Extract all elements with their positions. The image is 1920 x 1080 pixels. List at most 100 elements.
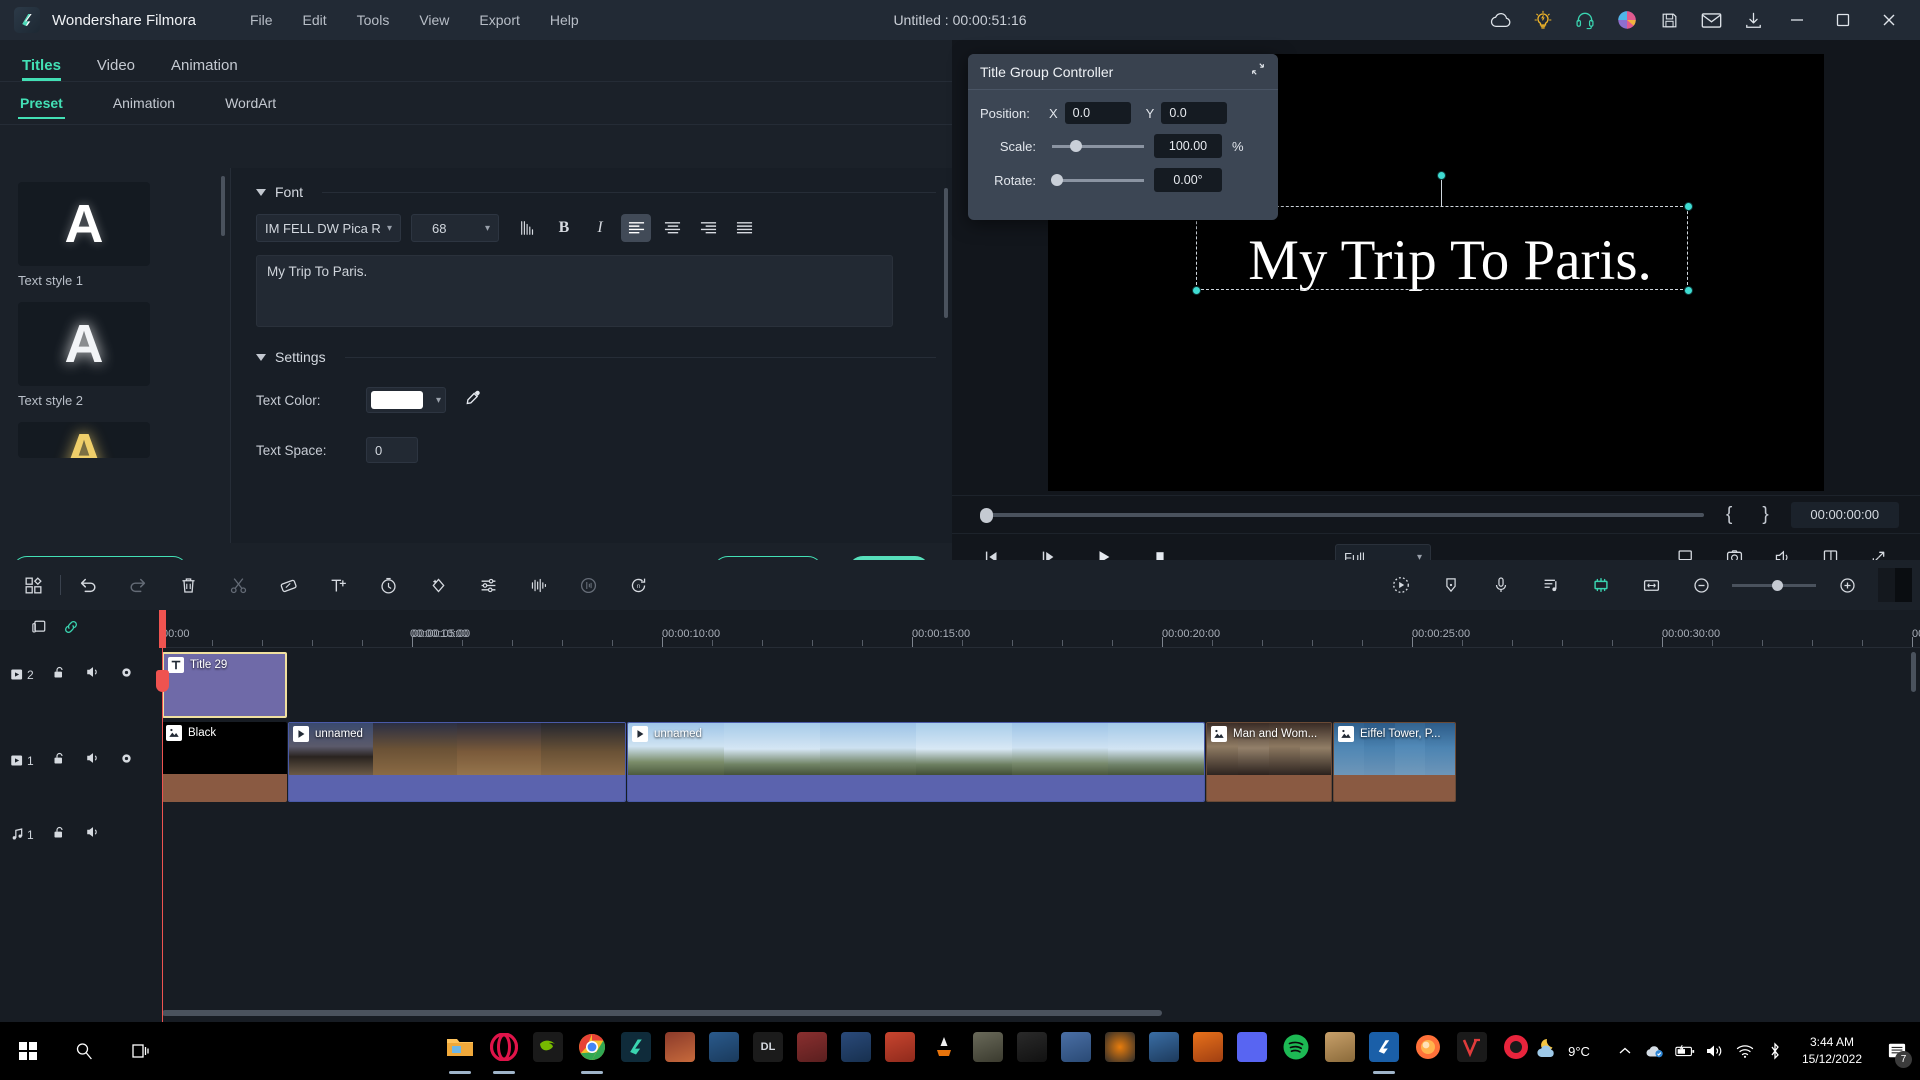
- tab-titles[interactable]: Titles: [22, 57, 61, 81]
- obs-icon[interactable]: [790, 1022, 834, 1080]
- mail-icon[interactable]: [1690, 0, 1732, 40]
- link-icon[interactable]: [62, 618, 80, 641]
- nvidia-icon[interactable]: [526, 1022, 570, 1080]
- chevron-up-icon[interactable]: [1610, 1022, 1640, 1080]
- add-media-icon[interactable]: [30, 618, 48, 641]
- playhead-top[interactable]: [159, 610, 166, 648]
- font-size-select[interactable]: 68 ▾: [411, 214, 499, 242]
- auto-reframe-icon[interactable]: [1376, 560, 1426, 610]
- music-track-icon[interactable]: 1: [10, 827, 34, 842]
- menu-file[interactable]: File: [250, 12, 273, 28]
- audio-waveform-icon[interactable]: [513, 560, 563, 610]
- timeline-clip-black[interactable]: Black: [162, 722, 287, 802]
- tgc-scale-knob[interactable]: [1070, 139, 1082, 152]
- text-space-input[interactable]: 0: [366, 437, 418, 463]
- subtab-wordart[interactable]: WordArt: [217, 89, 284, 117]
- brave-icon[interactable]: [1186, 1022, 1230, 1080]
- mute-icon[interactable]: [85, 824, 101, 845]
- vlc-icon[interactable]: [922, 1022, 966, 1080]
- spotify-icon[interactable]: [1274, 1022, 1318, 1080]
- telegram-icon[interactable]: [1318, 1022, 1362, 1080]
- resize-handle-bl[interactable]: [1192, 286, 1201, 295]
- wireshark-icon[interactable]: [1142, 1022, 1186, 1080]
- split-scissors-icon[interactable]: [213, 560, 263, 610]
- menu-view[interactable]: View: [419, 12, 449, 28]
- tab-video[interactable]: Video: [97, 57, 135, 81]
- filmora2-icon[interactable]: [1362, 1022, 1406, 1080]
- taskbar-clock[interactable]: 3:44 AM 15/12/2022: [1802, 1034, 1862, 1069]
- rotation-handle[interactable]: [1437, 171, 1446, 180]
- font-family-select[interactable]: IM FELL DW Pica R ▾: [256, 214, 401, 242]
- headset-icon[interactable]: [1564, 0, 1606, 40]
- battery-icon[interactable]: [1670, 1022, 1700, 1080]
- preview-scrubber[interactable]: [980, 507, 1704, 523]
- preset-item-1[interactable]: A Text style 1: [18, 182, 230, 288]
- bold-button[interactable]: B: [549, 214, 579, 242]
- tgc-scale-input[interactable]: 100.00: [1154, 134, 1222, 158]
- minimize-button[interactable]: [1774, 0, 1820, 40]
- align-center-icon[interactable]: [657, 214, 687, 242]
- audacity-icon[interactable]: [834, 1022, 878, 1080]
- preset-scrollbar[interactable]: [221, 176, 225, 236]
- delete-icon[interactable]: [163, 560, 213, 610]
- marker-icon[interactable]: [1426, 560, 1476, 610]
- timeline-vertical-scrollbar[interactable]: [1911, 652, 1916, 692]
- timeline-clip-image-2[interactable]: Eiffel Tower, P...: [1333, 722, 1456, 802]
- menu-edit[interactable]: Edit: [303, 12, 327, 28]
- align-left-icon[interactable]: [621, 214, 651, 242]
- download-icon[interactable]: [1732, 0, 1774, 40]
- crop-icon[interactable]: [263, 560, 313, 610]
- align-right-icon[interactable]: [693, 214, 723, 242]
- lock-icon[interactable]: [52, 825, 67, 845]
- lightbulb-icon[interactable]: [1522, 0, 1564, 40]
- subtab-preset[interactable]: Preset: [12, 89, 71, 119]
- filmora-icon[interactable]: [614, 1022, 658, 1080]
- gimp-icon[interactable]: [966, 1022, 1010, 1080]
- vegas-icon[interactable]: [1450, 1022, 1494, 1080]
- green-screen-icon[interactable]: [1576, 560, 1626, 610]
- speed-icon[interactable]: [363, 560, 413, 610]
- lock-icon[interactable]: [52, 665, 67, 685]
- photos-icon[interactable]: [658, 1022, 702, 1080]
- subtab-animation[interactable]: Animation: [105, 89, 183, 117]
- track-visibility-icon[interactable]: 2: [10, 667, 34, 682]
- preview-timecode[interactable]: 00:00:00:00: [1790, 501, 1899, 528]
- playhead-grip[interactable]: [156, 670, 169, 692]
- italic-button[interactable]: I: [585, 214, 615, 242]
- scrubber-knob[interactable]: [980, 507, 993, 523]
- task-view-icon[interactable]: [112, 1022, 168, 1080]
- layout-grid-icon[interactable]: [8, 560, 58, 610]
- menu-tools[interactable]: Tools: [357, 12, 390, 28]
- text-color-picker[interactable]: ▾: [366, 387, 446, 413]
- audio-detach-icon[interactable]: [563, 560, 613, 610]
- mute-icon[interactable]: [85, 664, 101, 685]
- eye-icon[interactable]: [119, 751, 134, 771]
- zoom-in-icon[interactable]: [1822, 560, 1872, 610]
- bluetooth-icon[interactable]: [1760, 1022, 1790, 1080]
- zoom-slider-knob[interactable]: [1772, 579, 1783, 591]
- title-group-controller-panel[interactable]: Title Group Controller Position: X 0.0 Y…: [968, 54, 1278, 220]
- firefox-icon[interactable]: [1406, 1022, 1450, 1080]
- onedrive-icon[interactable]: [1640, 1022, 1670, 1080]
- lock-icon[interactable]: [52, 751, 67, 771]
- tgc-rotate-knob[interactable]: [1051, 173, 1063, 186]
- save-icon[interactable]: [1648, 0, 1690, 40]
- notifications-icon[interactable]: 7: [1874, 1022, 1920, 1080]
- timeline-clip-video-1[interactable]: unnamed: [288, 722, 626, 802]
- color-circle-icon[interactable]: [1606, 0, 1648, 40]
- windows-start-icon[interactable]: [0, 1022, 56, 1080]
- cloud-icon[interactable]: [1480, 0, 1522, 40]
- handbrake-icon[interactable]: [878, 1022, 922, 1080]
- chevron-down-icon[interactable]: [256, 188, 266, 196]
- eyedropper-icon[interactable]: [464, 389, 482, 412]
- chrome-icon[interactable]: [570, 1022, 614, 1080]
- undo-icon[interactable]: [63, 560, 113, 610]
- tgc-scale-slider[interactable]: [1052, 139, 1144, 152]
- inkscape-icon[interactable]: [1054, 1022, 1098, 1080]
- redo-icon[interactable]: [113, 560, 163, 610]
- mute-icon[interactable]: [85, 750, 101, 771]
- collapse-arrows-icon[interactable]: [1250, 61, 1266, 82]
- tgc-rotate-input[interactable]: 0.00°: [1154, 168, 1222, 192]
- resize-handle-tr[interactable]: [1684, 202, 1693, 211]
- mark-out-button[interactable]: }: [1762, 504, 1768, 526]
